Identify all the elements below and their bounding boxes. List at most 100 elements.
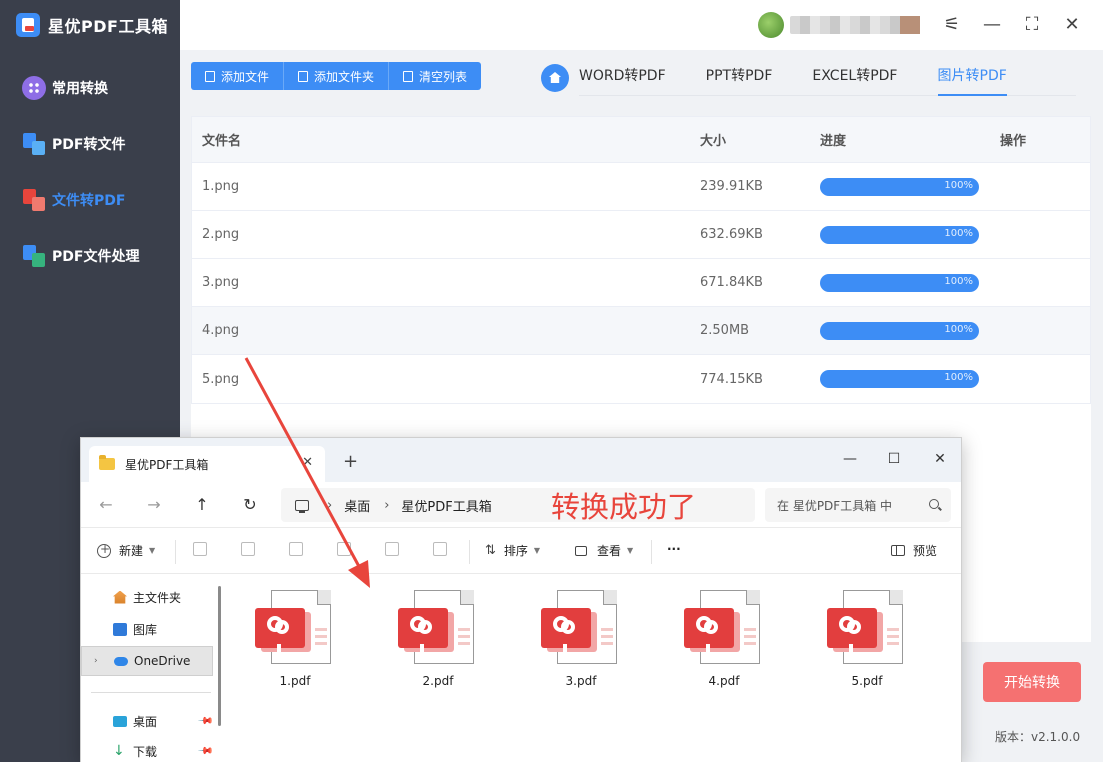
pdf-icon	[255, 608, 305, 656]
refresh-icon[interactable]: ↻	[237, 492, 263, 518]
sidebar-item-file-to-pdf[interactable]: 文件转PDF	[0, 172, 180, 228]
minimize-icon[interactable]: —	[980, 13, 1004, 37]
pdf-file-item[interactable]: 5.pdf	[817, 590, 917, 710]
tab-word-to-pdf[interactable]: WORD转PDF	[579, 60, 666, 96]
tab-ppt-to-pdf[interactable]: PPT转PDF	[706, 60, 773, 96]
breadcrumb-desktop[interactable]: 桌面	[344, 496, 370, 515]
sidebar-item-label: PDF文件处理	[52, 249, 140, 265]
paste-icon[interactable]	[289, 542, 303, 556]
pdf-to-file-icon	[22, 132, 46, 156]
gallery-icon	[113, 622, 127, 636]
sidebar-nav: 常用转换 PDF转文件 文件转PDF PDF文件处理	[0, 60, 180, 284]
nav-scrollbar[interactable]	[218, 586, 221, 726]
username-blurred	[790, 16, 920, 34]
table-row[interactable]: 5.png 774.15KB 100%	[192, 355, 1090, 403]
new-label: 新建	[119, 544, 144, 558]
divider	[175, 540, 176, 564]
header-size: 大小	[700, 134, 727, 149]
breadcrumb-folder[interactable]: 星优PDF工具箱	[401, 496, 491, 515]
sidebar-item-common[interactable]: 常用转换	[0, 60, 180, 116]
grid-icon	[22, 76, 46, 100]
start-convert-button[interactable]: 开始转换	[983, 662, 1081, 702]
close-icon[interactable]: ✕	[1060, 13, 1084, 37]
up-icon[interactable]: ↑	[189, 492, 215, 518]
file-size: 671.84KB	[700, 275, 763, 290]
copy-icon[interactable]	[241, 542, 255, 556]
new-tab-icon[interactable]: +	[343, 451, 358, 472]
avatar[interactable]	[758, 12, 784, 38]
sidebar-item-pdf-to-file[interactable]: PDF转文件	[0, 116, 180, 172]
cut-icon[interactable]	[193, 542, 207, 556]
chevron-right-icon: ›	[384, 497, 390, 513]
explorer-tab[interactable]: 星优PDF工具箱 ✕	[89, 446, 325, 482]
page-fold-icon	[889, 590, 903, 605]
clear-list-button[interactable]: 清空列表	[389, 62, 482, 90]
nav-item-onedrive[interactable]: › OneDrive	[81, 646, 213, 676]
nav-item-desktop[interactable]: 桌面 📌	[81, 706, 214, 736]
explorer-nav-pane: 主文件夹 图库 › OneDrive 桌面 📌 ↓ 下载 📌	[81, 574, 229, 762]
tab-close-icon[interactable]: ✕	[302, 455, 313, 470]
sidebar-item-label: 常用转换	[52, 81, 108, 97]
pin-icon[interactable]: 📌	[197, 713, 214, 730]
pin-icon[interactable]: 📌	[197, 743, 214, 760]
nav-item-home[interactable]: 主文件夹	[81, 582, 213, 612]
pdf-icon	[684, 608, 734, 656]
file-name: 3.pdf	[565, 674, 597, 688]
view-button[interactable]: 查看 ▼	[575, 542, 633, 559]
file-table: 文件名 大小 进度 操作 1.png 239.91KB 100% 2.png 6…	[191, 116, 1091, 404]
table-row[interactable]: 3.png 671.84KB 100%	[192, 259, 1090, 307]
chevron-down-icon: ▼	[149, 546, 156, 555]
file-size: 2.50MB	[700, 323, 750, 338]
rename-icon[interactable]	[337, 542, 351, 556]
header-name: 文件名	[202, 134, 242, 149]
back-icon[interactable]: ←	[93, 492, 119, 518]
page-lines-icon	[744, 628, 756, 648]
table-row[interactable]: 1.png 239.91KB 100%	[192, 163, 1090, 211]
close-icon[interactable]: ✕	[925, 444, 955, 474]
preview-button[interactable]: 预览	[891, 542, 937, 559]
search-box[interactable]: 在 星优PDF工具箱 中	[765, 488, 951, 522]
download-icon: ↓	[113, 742, 125, 759]
delete-icon[interactable]	[433, 542, 447, 556]
nav-item-gallery[interactable]: 图库	[81, 614, 213, 644]
pdf-process-icon	[22, 244, 46, 268]
share-icon[interactable]	[385, 542, 399, 556]
chevron-down-icon: ▼	[533, 546, 541, 555]
sidebar-item-pdf-process[interactable]: PDF文件处理	[0, 228, 180, 284]
add-file-button[interactable]: 添加文件	[191, 62, 285, 90]
app-logo-icon	[16, 13, 40, 37]
nav-item-downloads[interactable]: ↓ 下载 📌	[81, 736, 214, 762]
more-button[interactable]: ···	[667, 542, 681, 556]
explorer-file-area: 1.pdf 2.pdf 3.pdf 4.pdf 5.pdf	[229, 574, 961, 762]
table-row[interactable]: 4.png 2.50MB 100%	[192, 307, 1090, 355]
pdf-file-item[interactable]: 2.pdf	[388, 590, 488, 710]
view-icon	[575, 545, 587, 556]
forward-icon[interactable]: →	[141, 492, 167, 518]
sidebar-item-label: PDF转文件	[52, 137, 126, 153]
file-icon	[205, 70, 215, 82]
add-folder-button[interactable]: 添加文件夹	[284, 62, 390, 90]
maximize-icon[interactable]: ☐	[879, 444, 909, 474]
file-name: 1.png	[202, 179, 240, 194]
explorer-command-bar: 新建 ▼ ⇅ 排序 ▼ 查看 ▼ ··· 预览	[81, 528, 961, 574]
table-row[interactable]: 2.png 632.69KB 100%	[192, 211, 1090, 259]
pdf-file-item[interactable]: 4.pdf	[674, 590, 774, 710]
tab-excel-to-pdf[interactable]: EXCEL转PDF	[812, 60, 897, 96]
maximize-icon[interactable]: ⛶	[1020, 13, 1044, 37]
home-button[interactable]	[541, 64, 569, 92]
file-size: 239.91KB	[700, 179, 763, 194]
pdf-file-item[interactable]: 1.pdf	[245, 590, 345, 710]
new-button[interactable]: 新建 ▼	[97, 542, 155, 559]
divider	[91, 692, 211, 693]
minimize-icon[interactable]: —	[835, 444, 865, 474]
nav-item-label: OneDrive	[134, 654, 191, 668]
nav-item-label: 主文件夹	[133, 590, 182, 605]
progress-text: 100%	[944, 323, 973, 335]
file-name: 5.pdf	[851, 674, 883, 688]
trash-icon	[403, 70, 414, 82]
page-fold-icon	[460, 590, 474, 605]
sort-button[interactable]: ⇅ 排序 ▼	[485, 542, 540, 559]
settings-icon[interactable]: ⚟	[940, 13, 964, 37]
tab-image-to-pdf[interactable]: 图片转PDF	[937, 60, 1007, 96]
pdf-file-item[interactable]: 3.pdf	[531, 590, 631, 710]
